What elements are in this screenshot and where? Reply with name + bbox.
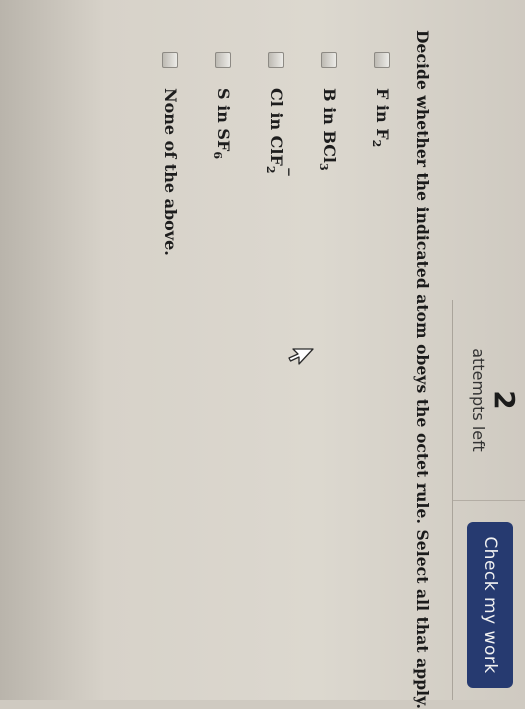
option-b-in-bcl3[interactable]: B in BCl3 [303, 52, 356, 312]
option-none-of-the-above[interactable]: None of the above. [144, 52, 197, 312]
checkbox-unchecked-icon[interactable] [215, 52, 232, 68]
toolbar-bottom-rule [452, 300, 453, 700]
option-label: None of the above. [161, 88, 181, 256]
option-cl-in-clf2-ion[interactable]: Cl in ClF −2 [250, 52, 303, 312]
option-text: F in F [373, 88, 393, 140]
option-label: B in BCl3 [317, 88, 340, 171]
option-label: S in SF6 [211, 88, 234, 159]
attempts-label: attempts left [469, 348, 488, 452]
toolbar-divider [453, 500, 525, 501]
answer-options: F in F2 B in BCl3 Cl in ClF−2 S in SF6 [144, 52, 409, 312]
option-s-in-sf6[interactable]: S in SF6 [197, 52, 250, 312]
option-subscript: 2 [264, 165, 278, 174]
option-text: Cl in ClF [267, 88, 287, 166]
option-text: None of the above. [161, 88, 181, 256]
attempts-toolbar: 2 attempts left Check my work [453, 300, 525, 700]
option-subscript: 6 [211, 151, 225, 159]
checkbox-unchecked-icon[interactable] [321, 52, 338, 68]
check-my-work-button[interactable]: Check my work [467, 522, 513, 688]
option-label: F in F2 [370, 88, 393, 148]
question-prompt: Decide whether the indicated atom obeys … [413, 30, 432, 709]
option-text: S in SF [214, 88, 234, 152]
attempts-count: 2 [488, 390, 521, 410]
option-charge-superscript: − [282, 166, 297, 177]
checkbox-unchecked-icon[interactable] [374, 52, 391, 68]
checkbox-unchecked-icon[interactable] [162, 52, 179, 68]
option-subscript: 3 [317, 163, 331, 171]
option-label: Cl in ClF −2 [264, 88, 297, 177]
arrow-cursor-icon [288, 348, 314, 365]
screen-background: 2 attempts left Check my work Decide whe… [0, 0, 525, 709]
assessment-panel: 2 attempts left Check my work Decide whe… [0, 0, 525, 709]
attempts-counter: 2 attempts left [467, 300, 521, 500]
checkbox-unchecked-icon[interactable] [268, 52, 285, 68]
option-subscript: 2 [370, 139, 384, 148]
ion-charge-group: −2 [264, 165, 297, 177]
option-text: B in BCl [320, 88, 340, 164]
option-f-in-f2[interactable]: F in F2 [356, 52, 409, 312]
